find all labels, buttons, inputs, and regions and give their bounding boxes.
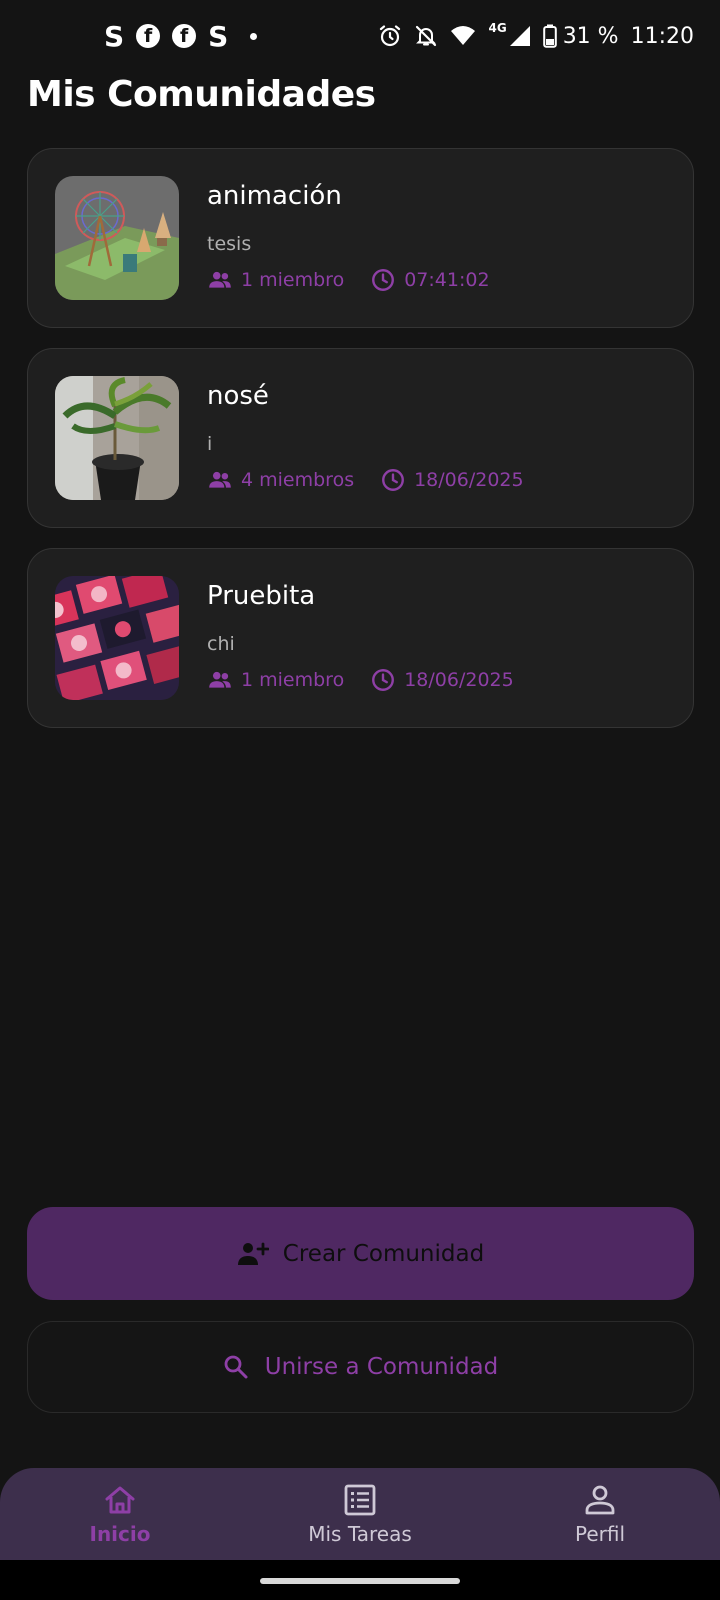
people-icon xyxy=(209,271,231,288)
notifications-off-icon xyxy=(416,25,437,47)
people-icon xyxy=(209,471,231,488)
last-activity-label: 18/06/2025 xyxy=(404,669,514,691)
notification-icons: S f f S xyxy=(104,18,258,54)
member-count-label: 1 miembro xyxy=(241,669,345,691)
clock: 11:20 xyxy=(630,23,694,49)
more-notifications-dot-icon xyxy=(250,32,258,40)
status-bar: S f f S 4G 31 % 11:20 xyxy=(0,0,720,72)
page-title: Mis Comunidades xyxy=(27,74,376,115)
gesture-navigation-area xyxy=(0,1560,720,1600)
nav-label: Perfil xyxy=(574,1522,626,1546)
last-activity-label: 18/06/2025 xyxy=(414,469,524,491)
community-meta: 1 miembro 18/06/2025 xyxy=(207,667,540,693)
network-type-label: 4G xyxy=(488,21,507,35)
alarm-icon xyxy=(380,25,401,47)
community-name: Pruebita xyxy=(207,581,316,611)
people-icon xyxy=(209,671,231,688)
community-list: animación tesis 1 miembro 07:41:02 nosé … xyxy=(27,148,694,748)
nav-item-mis-tareas[interactable]: Mis Tareas xyxy=(280,1482,440,1546)
wifi-icon xyxy=(451,26,476,45)
clock-icon xyxy=(372,669,395,691)
community-card[interactable]: nosé i 4 miembros 18/06/2025 xyxy=(27,348,694,528)
last-activity: 18/06/2025 xyxy=(380,467,524,493)
nav-item-perfil[interactable]: Perfil xyxy=(520,1482,680,1546)
app-s-notification-icon: S xyxy=(208,19,229,53)
app-s-notification-icon: S xyxy=(104,19,125,53)
person-icon xyxy=(585,1485,615,1515)
signal-icon xyxy=(509,26,530,46)
join-community-label: Unirse a Comunidad xyxy=(264,1354,499,1380)
member-count: 4 miembros xyxy=(207,467,354,493)
facebook-notification-icon: f xyxy=(136,24,161,48)
community-description: i xyxy=(207,433,213,455)
community-name: nosé xyxy=(207,381,269,411)
community-thumbnail xyxy=(55,176,179,300)
last-activity: 07:41:02 xyxy=(370,267,490,293)
last-activity: 18/06/2025 xyxy=(370,667,514,693)
community-card[interactable]: Pruebita chi 1 miembro 18/06/2025 xyxy=(27,548,694,728)
bottom-navigation: Inicio Mis Tareas Perfil xyxy=(0,1468,720,1560)
facebook-notification-icon: f xyxy=(172,24,197,48)
join-community-button[interactable]: Unirse a Comunidad xyxy=(27,1321,694,1413)
clock-icon xyxy=(382,469,405,491)
clock-icon xyxy=(372,269,395,291)
nav-item-inicio[interactable]: Inicio xyxy=(40,1482,200,1546)
create-community-button[interactable]: Crear Comunidad xyxy=(27,1207,694,1300)
community-card[interactable]: animación tesis 1 miembro 07:41:02 xyxy=(27,148,694,328)
home-gesture-handle[interactable] xyxy=(260,1578,460,1584)
system-icons: 4G 31 % 11:20 xyxy=(378,18,694,54)
member-count-label: 1 miembro xyxy=(241,269,345,291)
community-description: tesis xyxy=(207,233,252,255)
community-thumbnail xyxy=(55,576,179,700)
add-person-icon xyxy=(237,1242,269,1265)
community-name: animación xyxy=(207,181,342,211)
member-count-label: 4 miembros xyxy=(241,469,355,491)
create-community-label: Crear Comunidad xyxy=(282,1240,485,1267)
battery-icon xyxy=(542,24,557,48)
battery-percentage: 31 % xyxy=(562,23,619,49)
community-meta: 4 miembros 18/06/2025 xyxy=(207,467,550,493)
last-activity-label: 07:41:02 xyxy=(404,269,490,291)
nav-label: Inicio xyxy=(89,1522,151,1546)
task-list-icon xyxy=(344,1484,376,1516)
community-description: chi xyxy=(207,633,235,655)
nav-label: Mis Tareas xyxy=(308,1522,412,1546)
community-meta: 1 miembro 07:41:02 xyxy=(207,267,516,293)
search-icon xyxy=(224,1355,248,1379)
member-count: 1 miembro xyxy=(207,267,344,293)
app-screen: S f f S 4G 31 % 11:20 Mis Comunidades an… xyxy=(0,0,720,1600)
member-count: 1 miembro xyxy=(207,667,344,693)
home-icon xyxy=(105,1486,135,1514)
community-thumbnail xyxy=(55,376,179,500)
